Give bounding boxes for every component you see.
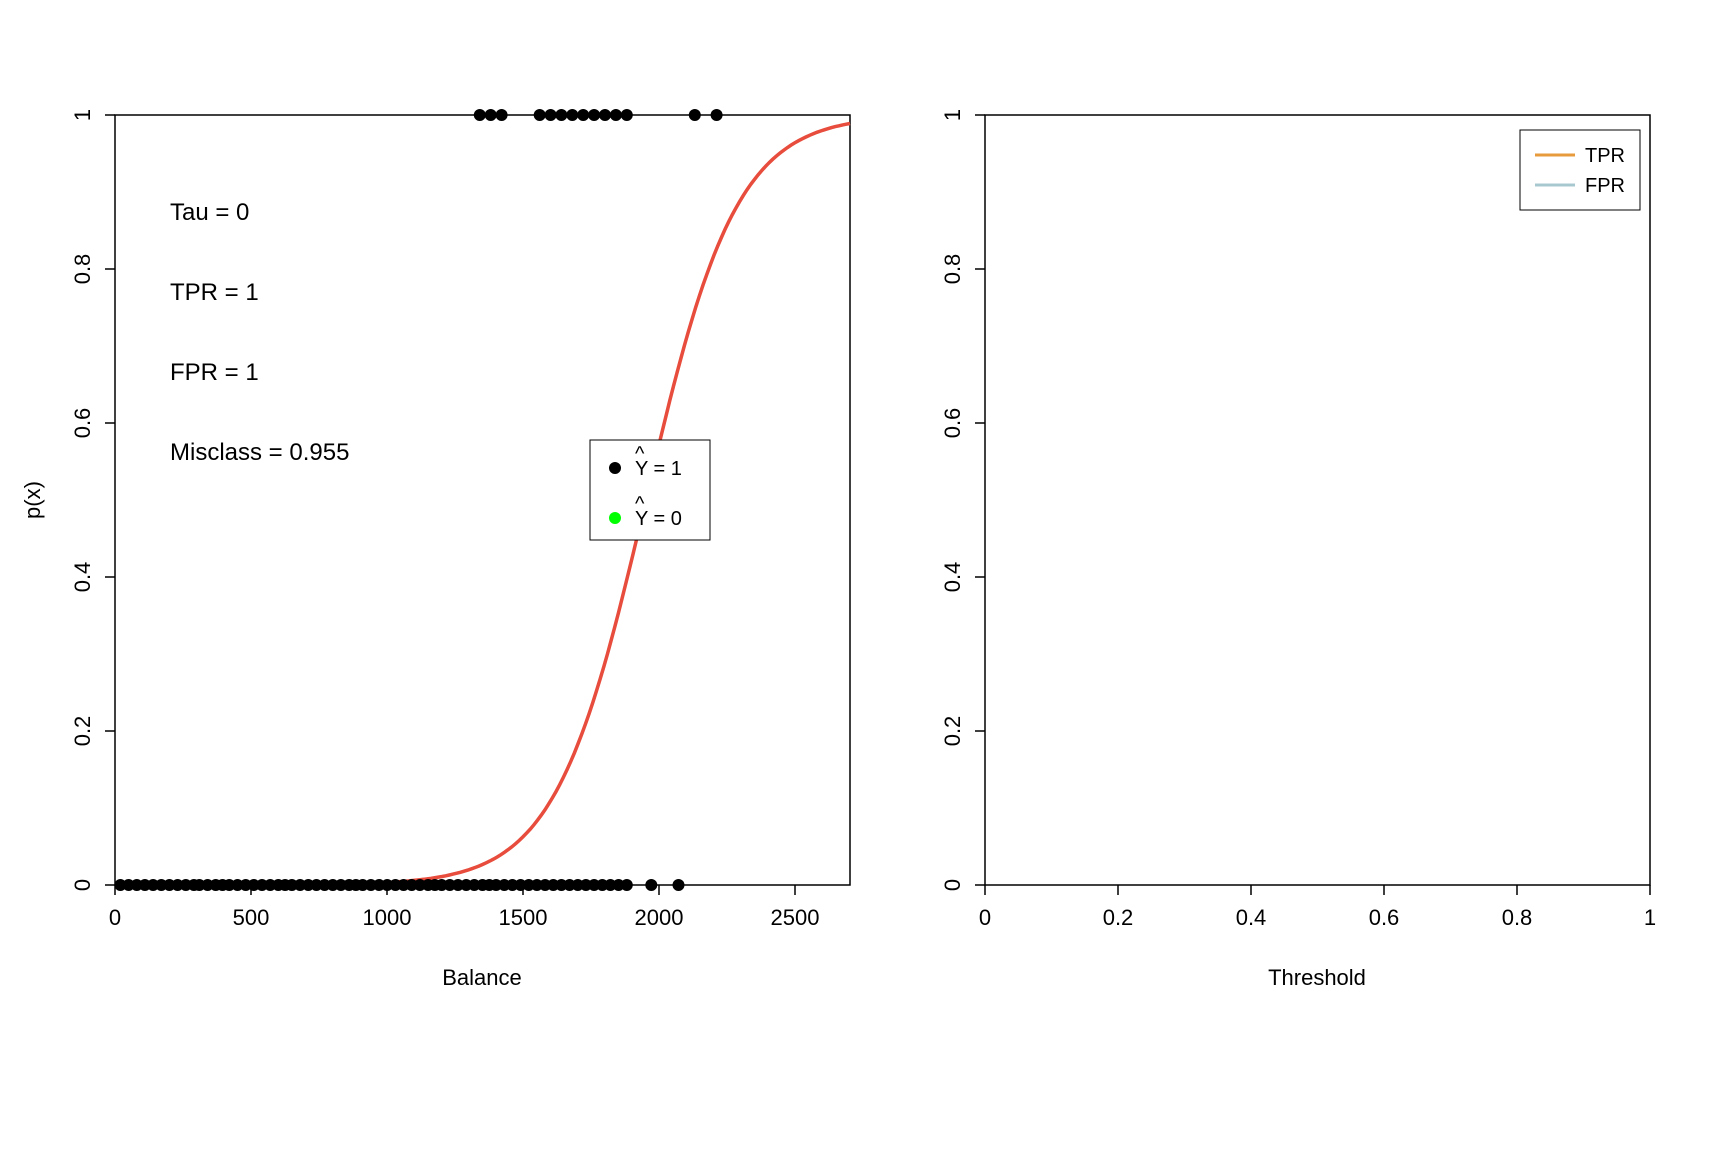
left-xtick-1: 500 bbox=[233, 905, 270, 930]
left-ytick-4: 0.8 bbox=[70, 254, 95, 285]
right-plot: 0 0.2 0.4 0.6 0.8 1 Threshold 0 0.2 0.4 … bbox=[940, 109, 1656, 990]
right-xlabel: Threshold bbox=[1268, 965, 1366, 990]
left-xtick-2: 1000 bbox=[363, 905, 412, 930]
left-ytick-0: 0 bbox=[70, 879, 95, 891]
left-ytick-2: 0.4 bbox=[70, 562, 95, 593]
right-xtick-4: 0.8 bbox=[1502, 905, 1533, 930]
right-ytick-4: 0.8 bbox=[940, 254, 965, 285]
left-legend: ^ Y = 1 ^ Y = 0 bbox=[590, 440, 710, 540]
right-ytick-5: 1 bbox=[940, 109, 965, 121]
logistic-curve bbox=[115, 124, 850, 886]
annotation-tpr: TPR = 1 bbox=[170, 279, 259, 306]
left-ytick-3: 0.6 bbox=[70, 408, 95, 439]
right-ytick-1: 0.2 bbox=[940, 716, 965, 747]
legend-label-yhat0: Y = 0 bbox=[635, 508, 682, 530]
left-y-axis: 0 0.2 0.4 0.6 0.8 1 p(x) bbox=[20, 109, 115, 891]
legend-label-yhat1: Y = 1 bbox=[635, 458, 682, 480]
right-xtick-2: 0.4 bbox=[1236, 905, 1267, 930]
legend-marker-yhat1 bbox=[609, 462, 621, 474]
right-legend: TPR FPR bbox=[1520, 130, 1640, 210]
right-xtick-1: 0.2 bbox=[1103, 905, 1134, 930]
left-ytick-5: 1 bbox=[70, 109, 95, 121]
left-xtick-4: 2000 bbox=[635, 905, 684, 930]
annotation-tau: Tau = 0 bbox=[170, 199, 249, 226]
right-plot-box bbox=[985, 115, 1650, 885]
right-xtick-0: 0 bbox=[979, 905, 991, 930]
left-xlabel: Balance bbox=[442, 965, 522, 990]
left-plot: 0 500 1000 1500 2000 2500 Balance 0 0.2 … bbox=[20, 109, 850, 990]
legend-label-fpr: FPR bbox=[1585, 175, 1625, 197]
left-plot-box bbox=[115, 115, 850, 885]
right-xtick-3: 0.6 bbox=[1369, 905, 1400, 930]
legend-label-tpr: TPR bbox=[1585, 145, 1625, 167]
left-x-axis: 0 500 1000 1500 2000 2500 Balance bbox=[109, 885, 820, 990]
right-ytick-0: 0 bbox=[940, 879, 965, 891]
left-xtick-0: 0 bbox=[109, 905, 121, 930]
annotation-misclass: Misclass = 0.955 bbox=[170, 439, 349, 466]
right-xtick-5: 1 bbox=[1644, 905, 1656, 930]
right-x-axis: 0 0.2 0.4 0.6 0.8 1 Threshold bbox=[979, 885, 1656, 990]
left-xtick-5: 2500 bbox=[771, 905, 820, 930]
right-ytick-2: 0.4 bbox=[940, 562, 965, 593]
left-ytick-1: 0.2 bbox=[70, 716, 95, 747]
right-y-axis: 0 0.2 0.4 0.6 0.8 1 bbox=[940, 109, 985, 891]
left-ylabel: p(x) bbox=[20, 481, 45, 519]
chart-svg: 0 500 1000 1500 2000 2500 Balance 0 0.2 … bbox=[0, 0, 1728, 1152]
legend-marker-yhat0 bbox=[609, 512, 621, 524]
left-xtick-3: 1500 bbox=[499, 905, 548, 930]
right-ytick-3: 0.6 bbox=[940, 408, 965, 439]
annotation-fpr: FPR = 1 bbox=[170, 359, 259, 386]
chart-container: 0 500 1000 1500 2000 2500 Balance 0 0.2 … bbox=[0, 0, 1728, 1152]
